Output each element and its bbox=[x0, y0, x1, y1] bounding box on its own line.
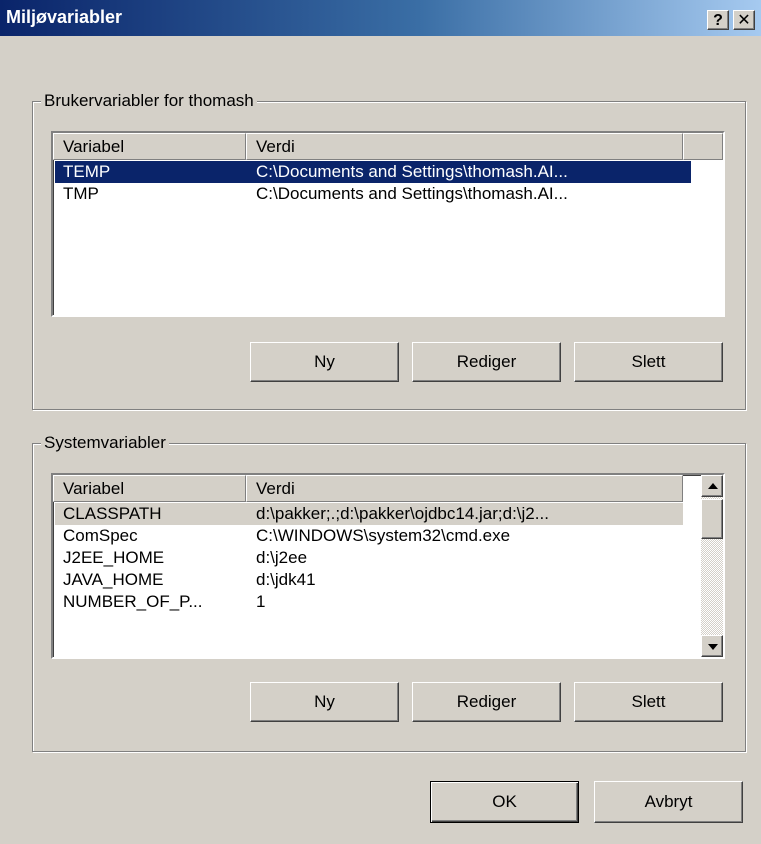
help-icon: ? bbox=[713, 12, 723, 29]
user-variables-group: Brukervariabler for thomash Variabel Ver… bbox=[32, 91, 746, 410]
scroll-up-button[interactable] bbox=[701, 475, 723, 497]
arrow-down-icon bbox=[708, 644, 718, 650]
system-delete-button[interactable]: Slett bbox=[574, 682, 723, 722]
arrow-up-icon bbox=[708, 483, 718, 489]
list-item-tmp[interactable]: TMP C:\Documents and Settings\thomash.AI… bbox=[55, 183, 691, 205]
list-item-number-of-processors[interactable]: NUMBER_OF_P... 1 bbox=[55, 591, 683, 613]
user-variables-list[interactable]: Variabel Verdi TEMP C:\Documents and Set… bbox=[51, 131, 725, 317]
system-variables-group: Systemvariabler Variabel Verdi CLASSPATH… bbox=[32, 433, 746, 752]
ok-button[interactable]: OK bbox=[430, 781, 579, 823]
scroll-thumb[interactable] bbox=[701, 499, 723, 539]
system-variables-label: Systemvariabler bbox=[41, 433, 169, 453]
list-item-temp[interactable]: TEMP C:\Documents and Settings\thomash.A… bbox=[55, 161, 691, 183]
scroll-down-button[interactable] bbox=[701, 635, 723, 657]
column-header-value[interactable]: Verdi bbox=[246, 133, 683, 160]
system-variables-list[interactable]: Variabel Verdi CLASSPATH d:\pakker;.;d:\… bbox=[51, 473, 725, 659]
list-item-classpath[interactable]: CLASSPATH d:\pakker;.;d:\pakker\ojdbc14.… bbox=[55, 503, 683, 525]
system-edit-button[interactable]: Rediger bbox=[412, 682, 561, 722]
help-button[interactable]: ? bbox=[707, 10, 729, 30]
variable-value: d:\jdk41 bbox=[256, 570, 316, 589]
variable-value: 1 bbox=[256, 592, 266, 611]
variable-name: NUMBER_OF_P... bbox=[63, 592, 203, 611]
list-header: Variabel Verdi bbox=[53, 133, 723, 160]
close-button[interactable]: ✕ bbox=[733, 10, 755, 30]
variable-value: d:\j2ee bbox=[256, 548, 308, 567]
variable-value: C:\WINDOWS\system32\cmd.exe bbox=[256, 526, 511, 545]
column-header-filler bbox=[683, 133, 723, 160]
user-edit-button[interactable]: Rediger bbox=[412, 342, 561, 382]
variable-name: JAVA_HOME bbox=[63, 570, 164, 589]
window-title: Miljøvariabler bbox=[6, 7, 123, 27]
list-item-comspec[interactable]: ComSpec C:\WINDOWS\system32\cmd.exe bbox=[55, 525, 683, 547]
variable-name: CLASSPATH bbox=[63, 504, 162, 523]
variable-value: d:\pakker;.;d:\pakker\ojdbc14.jar;d:\j2.… bbox=[256, 504, 549, 523]
column-header-value[interactable]: Verdi bbox=[246, 475, 683, 502]
user-delete-button[interactable]: Slett bbox=[574, 342, 723, 382]
user-variables-label: Brukervariabler for thomash bbox=[41, 91, 257, 111]
title-bar: Miljøvariabler ? ✕ bbox=[0, 0, 761, 36]
user-new-button[interactable]: Ny bbox=[250, 342, 399, 382]
column-header-variable[interactable]: Variabel bbox=[53, 133, 246, 160]
variable-name: ComSpec bbox=[63, 526, 138, 545]
vertical-scrollbar[interactable] bbox=[701, 475, 723, 657]
list-header: Variabel Verdi bbox=[53, 475, 683, 502]
column-header-variable[interactable]: Variabel bbox=[53, 475, 246, 502]
variable-value: C:\Documents and Settings\thomash.AI... bbox=[256, 184, 568, 203]
variable-name: J2EE_HOME bbox=[63, 548, 165, 567]
close-icon: ✕ bbox=[737, 12, 751, 29]
list-item-java-home[interactable]: JAVA_HOME d:\jdk41 bbox=[55, 569, 683, 591]
variable-name: TMP bbox=[63, 184, 99, 203]
system-new-button[interactable]: Ny bbox=[250, 682, 399, 722]
variable-name: TEMP bbox=[63, 162, 111, 181]
cancel-button[interactable]: Avbryt bbox=[594, 781, 743, 823]
list-item-j2ee-home[interactable]: J2EE_HOME d:\j2ee bbox=[55, 547, 683, 569]
variable-value: C:\Documents and Settings\thomash.AI... bbox=[256, 162, 568, 181]
